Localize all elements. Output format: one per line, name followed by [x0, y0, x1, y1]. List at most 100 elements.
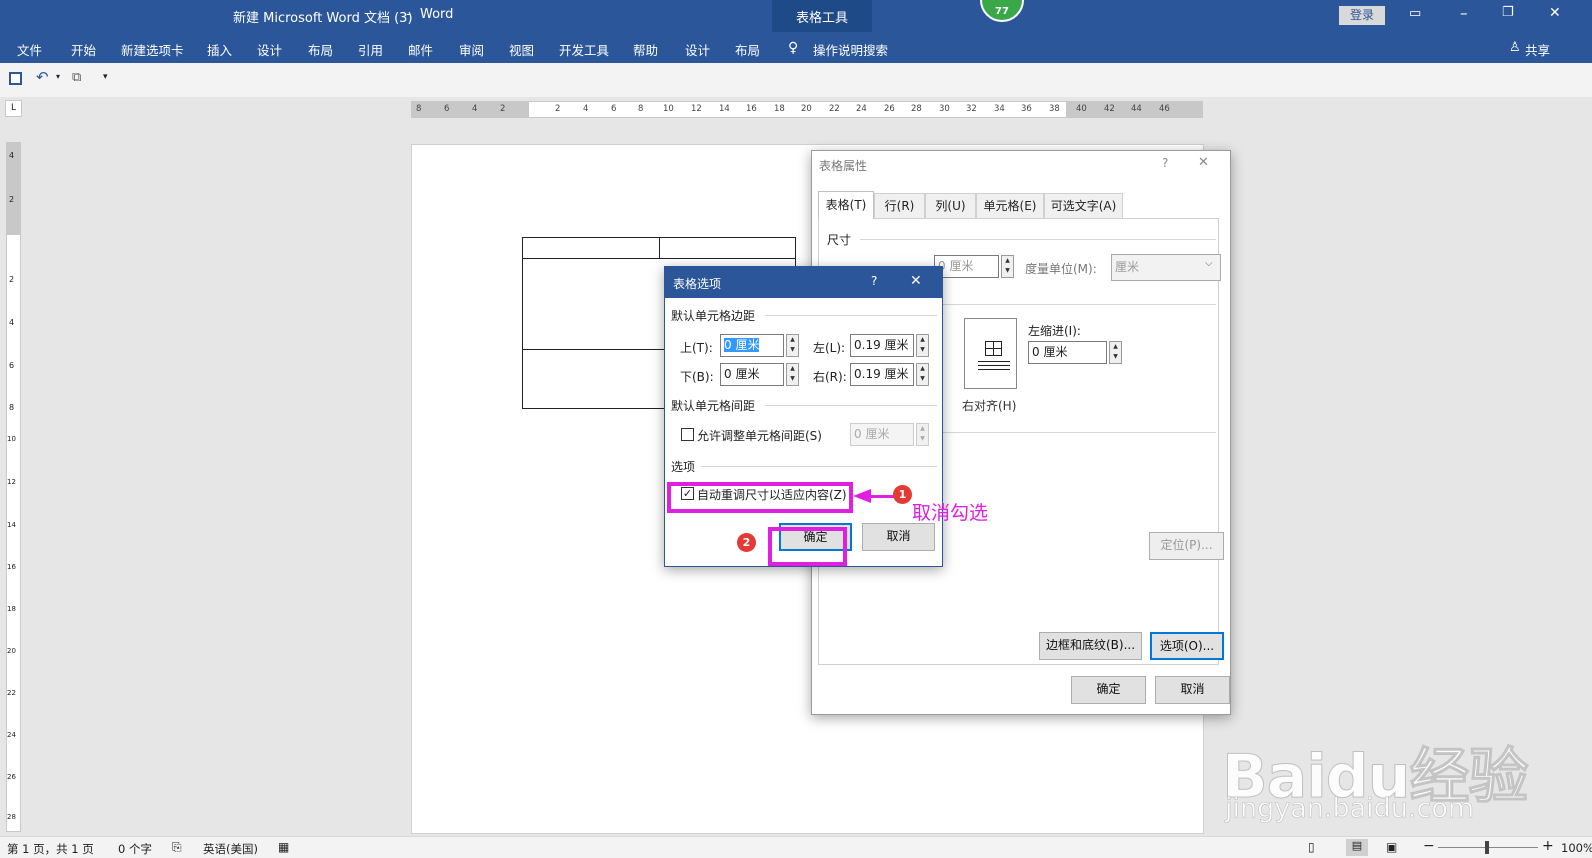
page-count[interactable]: 第 1 页，共 1 页	[7, 841, 94, 857]
context-tab-title: 表格工具	[795, 11, 848, 26]
format-painter-icon[interactable]: ⧉	[72, 70, 81, 85]
tab-table-layout[interactable]: 布局	[735, 40, 760, 59]
zoom-in-icon[interactable]: +	[1542, 838, 1554, 854]
ruler-tick: 10	[663, 104, 674, 114]
ruler-tick: 20	[801, 104, 812, 114]
align-right-option[interactable]	[964, 318, 1017, 389]
bottom-margin-spinner[interactable]: ▲ ▼	[786, 363, 799, 386]
close-icon[interactable]: ✕	[910, 273, 922, 289]
close-icon[interactable]: ✕	[1198, 155, 1209, 170]
web-layout-icon[interactable]: ▣	[1386, 840, 1397, 854]
width-input[interactable]: 0 厘米	[934, 255, 999, 278]
spacing-spinner[interactable]: ▲ ▼	[916, 423, 929, 446]
print-layout-icon[interactable]: ▤	[1346, 839, 1368, 856]
ruler-tick: 2	[9, 195, 15, 204]
options-button[interactable]: 选项(O)...	[1150, 632, 1224, 660]
tell-me-search[interactable]: 操作说明搜索	[813, 40, 888, 59]
zoom-slider-thumb[interactable]	[1485, 841, 1489, 854]
share-button[interactable]: 共享	[1525, 40, 1550, 59]
top-margin-input[interactable]: 0 厘米	[720, 334, 784, 357]
spacing-input[interactable]: 0 厘米	[850, 423, 914, 446]
tab-selector[interactable]: L	[5, 100, 22, 117]
tab-layout[interactable]: 布局	[308, 40, 333, 59]
left-margin-label: 左(L):	[813, 341, 846, 355]
ok-highlight-box	[768, 527, 847, 566]
tab-file[interactable]: 文件	[17, 40, 42, 59]
macro-icon[interactable]: ▦	[278, 840, 289, 854]
zoom-level[interactable]: 100%	[1561, 841, 1592, 855]
restore-icon[interactable]: ❐	[1502, 5, 1514, 20]
ruler-tick: 2	[500, 104, 506, 114]
tab-insert[interactable]: 插入	[207, 40, 232, 59]
help-icon[interactable]: ?	[1162, 156, 1168, 170]
margins-group-label: 默认单元格边距	[671, 309, 756, 323]
tab-new-tab[interactable]: 新建选项卡	[121, 40, 184, 59]
position-button[interactable]: 定位(P)...	[1149, 532, 1224, 560]
minimize-icon[interactable]: –	[1460, 4, 1468, 22]
tab-column[interactable]: 列(U)	[925, 193, 976, 219]
ruler-tick: 4	[9, 151, 15, 160]
ruler-tick: 20	[7, 647, 16, 655]
tab-review[interactable]: 审阅	[459, 40, 484, 59]
left-margin-input[interactable]: 0.19 厘米	[850, 334, 914, 357]
top-margin-spinner[interactable]: ▲ ▼	[786, 334, 799, 357]
customize-qat-icon[interactable]: ▾	[103, 72, 108, 82]
tab-developer[interactable]: 开发工具	[559, 40, 609, 59]
status-bar: 第 1 页，共 1 页 0 个字 ⎘ 英语(美国) ▦ ▯ ▤ ▣ − + 10…	[0, 836, 1592, 858]
ruler-tick: 40	[1076, 104, 1087, 114]
ribbon-display-icon[interactable]: ▭	[1409, 6, 1421, 21]
cancel-button[interactable]: 取消	[1155, 676, 1230, 704]
tab-table[interactable]: 表格(T)	[818, 191, 874, 219]
tab-alt-text[interactable]: 可选文字(A)	[1044, 193, 1123, 219]
width-spinner[interactable]: ▲ ▼	[1001, 255, 1014, 278]
left-margin-spinner[interactable]: ▲ ▼	[916, 334, 929, 357]
cancel-button[interactable]: 取消	[862, 523, 935, 551]
tab-cell[interactable]: 单元格(E)	[976, 193, 1044, 219]
right-margin-spinner[interactable]: ▲ ▼	[916, 363, 929, 386]
chevron-down-icon[interactable]: ⌵	[1205, 258, 1213, 269]
tab-row[interactable]: 行(R)	[874, 193, 925, 219]
title-separator: -	[406, 7, 411, 22]
table-options-dialog: 表格选项 ? ✕ 默认单元格边距 上(T): 0 厘米 ▲ ▼ 左(L): 0.1…	[664, 266, 943, 567]
allow-spacing-checkbox[interactable]	[681, 428, 694, 441]
ruler-tick: 6	[444, 104, 450, 114]
ruler-tick: 14	[719, 104, 730, 114]
undo-dropdown-icon[interactable]: ▾	[56, 72, 60, 81]
help-icon[interactable]: ?	[871, 274, 877, 288]
indent-spinner[interactable]: ▲ ▼	[1109, 341, 1122, 364]
word-count[interactable]: 0 个字	[118, 841, 152, 857]
indent-input[interactable]: 0 厘米	[1028, 341, 1107, 364]
ok-button[interactable]: 确定	[1071, 676, 1146, 704]
ruler-tick: 22	[7, 689, 16, 697]
language[interactable]: 英语(美国)	[203, 841, 258, 857]
undo-icon[interactable]: ↶	[36, 68, 49, 86]
tab-design[interactable]: 设计	[257, 40, 282, 59]
tab-mailings[interactable]: 邮件	[408, 40, 433, 59]
bottom-margin-input[interactable]: 0 厘米	[720, 363, 784, 386]
ruler-tick: 14	[7, 521, 16, 529]
dialog-title: 表格选项	[673, 277, 722, 291]
close-window-icon[interactable]: ✕	[1549, 5, 1561, 21]
ruler-tick: 26	[884, 104, 895, 114]
vertical-ruler[interactable]: 4 2 2 4 6 8 10 12 14 16 18 20 22 24 26 2…	[6, 142, 21, 832]
tab-home[interactable]: 开始	[71, 40, 96, 59]
tab-view[interactable]: 视图	[509, 40, 534, 59]
tab-help[interactable]: 帮助	[633, 40, 658, 59]
ruler-tick: 34	[994, 104, 1005, 114]
borders-shading-button[interactable]: 边框和底纹(B)...	[1039, 632, 1142, 660]
lightbulb-icon: ♀	[788, 40, 799, 56]
app-name: Word	[420, 7, 454, 22]
tab-references[interactable]: 引用	[358, 40, 383, 59]
horizontal-ruler[interactable]: 8 6 4 2 2 4 6 8 10 12 14 16 18 20 22 24 …	[411, 101, 1203, 118]
ruler-tick: 4	[9, 318, 15, 327]
read-mode-icon[interactable]: ▯	[1308, 840, 1315, 854]
right-margin-input[interactable]: 0.19 厘米	[850, 363, 914, 386]
dialog-titlebar: 表格选项 ? ✕	[665, 267, 942, 298]
options-group-label: 选项	[671, 460, 696, 474]
proofing-icon[interactable]: ⎘	[172, 840, 182, 855]
zoom-out-icon[interactable]: −	[1423, 838, 1435, 854]
tab-table-design[interactable]: 设计	[685, 40, 710, 59]
login-button[interactable]: 登录	[1339, 6, 1385, 25]
ruler-tick: 8	[9, 403, 15, 412]
save-icon[interactable]	[9, 72, 22, 85]
